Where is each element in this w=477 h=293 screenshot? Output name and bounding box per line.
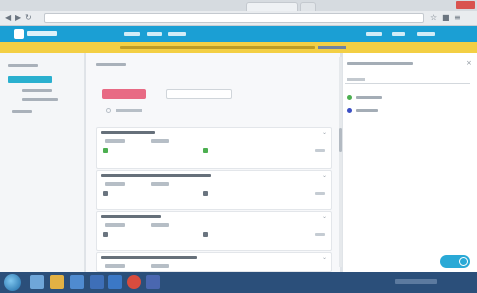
- ie-icon[interactable]: [108, 275, 122, 289]
- browser-tab-active[interactable]: [246, 2, 298, 11]
- card-chip: [105, 139, 125, 143]
- card-chip: [151, 182, 169, 186]
- panel-input[interactable]: [345, 76, 470, 84]
- banner-text: [120, 46, 315, 49]
- card-footer: [315, 149, 325, 152]
- explorer-icon[interactable]: [30, 275, 44, 289]
- filter-toggle[interactable]: [106, 108, 146, 113]
- chat-button[interactable]: [440, 255, 470, 268]
- panel-option[interactable]: [356, 109, 378, 112]
- card-chip: [151, 264, 169, 268]
- chat-icon: [459, 257, 468, 266]
- card-footer: [315, 192, 325, 195]
- banner-link[interactable]: [318, 46, 346, 49]
- card-title: [101, 256, 197, 259]
- option-dot-blue[interactable]: [347, 108, 352, 113]
- taskbar-clock[interactable]: [442, 277, 470, 287]
- list-item[interactable]: ⌄: [96, 127, 332, 169]
- sidebar-item-5[interactable]: [12, 110, 32, 113]
- address-bar[interactable]: [44, 13, 424, 23]
- system-tray[interactable]: [395, 279, 437, 284]
- nav-link-3[interactable]: [168, 32, 186, 36]
- minimize-icon[interactable]: [426, 1, 440, 9]
- right-panel: [342, 53, 477, 272]
- status-icon: [203, 191, 208, 196]
- card-chip: [151, 223, 169, 227]
- back-icon[interactable]: ◀: [5, 13, 11, 23]
- panel-close-icon[interactable]: ×: [466, 59, 472, 67]
- option-dot-green[interactable]: [347, 95, 352, 100]
- sidebar-item-3[interactable]: [22, 89, 52, 92]
- new-tab-button[interactable]: [300, 2, 316, 11]
- tab-strip: [0, 0, 477, 11]
- media-icon[interactable]: [70, 275, 84, 289]
- status-icon: [103, 191, 108, 196]
- chevron-down-icon[interactable]: ⌄: [322, 129, 327, 136]
- extension-icon[interactable]: ■: [442, 13, 450, 23]
- card-chip: [105, 223, 125, 227]
- card-title: [101, 215, 161, 218]
- list-item[interactable]: ⌄: [96, 211, 332, 251]
- panel-option[interactable]: [356, 96, 382, 99]
- sidebar: [0, 53, 85, 272]
- status-icon: [103, 232, 108, 237]
- filter-label: [116, 109, 142, 112]
- app-icon[interactable]: [90, 275, 104, 289]
- app-name: [27, 31, 57, 36]
- status-icon: [203, 232, 208, 237]
- pinned-app-icon[interactable]: [146, 275, 160, 289]
- list-item[interactable]: ⌄: [96, 252, 332, 272]
- list-item[interactable]: ⌄: [96, 170, 332, 210]
- close-icon[interactable]: [456, 1, 475, 9]
- star-icon[interactable]: ☆: [430, 13, 437, 23]
- chrome-icon[interactable]: [127, 275, 141, 289]
- add-button[interactable]: [102, 89, 146, 99]
- card-title: [101, 131, 155, 134]
- card-footer: [315, 233, 325, 236]
- card-chip: [105, 182, 125, 186]
- chevron-down-icon[interactable]: ⌄: [322, 254, 327, 261]
- panel-title: [347, 62, 413, 65]
- reload-icon[interactable]: ↻: [25, 13, 32, 23]
- app-header: [0, 26, 477, 42]
- status-icon: [103, 148, 108, 153]
- main-breadcrumb: [96, 63, 126, 66]
- folder-icon[interactable]: [50, 275, 64, 289]
- sidebar-item-4[interactable]: [22, 98, 58, 101]
- account-link-1[interactable]: [366, 32, 382, 36]
- maximize-icon[interactable]: [441, 1, 455, 9]
- chevron-down-icon[interactable]: ⌄: [322, 172, 327, 179]
- nav-link-1[interactable]: [124, 32, 140, 36]
- app-logo-icon[interactable]: [14, 29, 24, 39]
- start-button-icon[interactable]: [4, 274, 21, 291]
- forward-icon[interactable]: ▶: [15, 13, 21, 23]
- sidebar-item-1[interactable]: [8, 64, 38, 67]
- nav-link-2[interactable]: [147, 32, 162, 36]
- card-title: [101, 174, 211, 177]
- status-icon: [203, 148, 208, 153]
- account-link-3[interactable]: [417, 32, 435, 36]
- search-input[interactable]: [166, 89, 232, 99]
- sidebar-item-active[interactable]: [8, 76, 52, 83]
- panel-input-placeholder: [347, 78, 365, 81]
- card-chip: [105, 264, 125, 268]
- menu-icon[interactable]: ≡: [454, 13, 461, 23]
- chevron-down-icon[interactable]: ⌄: [322, 213, 327, 220]
- filter-radio-icon[interactable]: [106, 108, 111, 113]
- account-link-2[interactable]: [392, 32, 405, 36]
- card-chip: [151, 139, 169, 143]
